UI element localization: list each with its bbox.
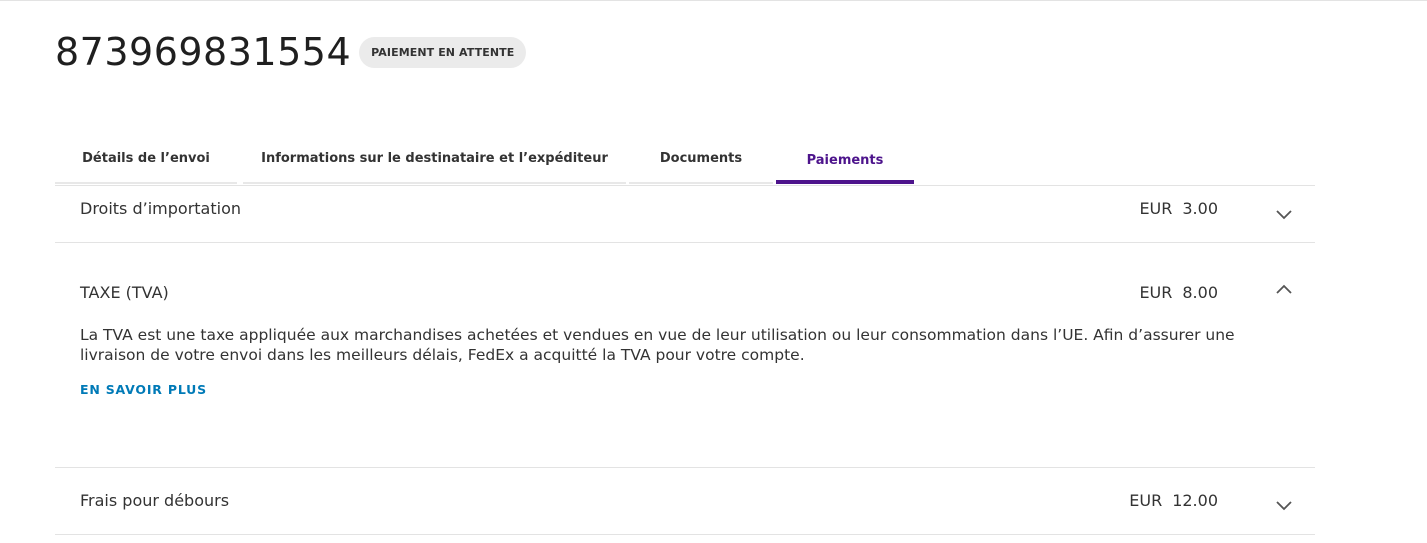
chevron-up-icon[interactable] [1274,280,1294,300]
payment-title: Frais pour débours [80,491,230,510]
payment-row-vat[interactable]: TAXE (TVA) EUR 8.00 La TVA est une taxe a… [55,243,1315,468]
tab-documents[interactable]: Documents [629,140,773,184]
payment-row-import-duties[interactable]: Droits d’importation EUR 3.00 [55,185,1315,243]
tracking-number: 873969831554 [55,30,352,74]
amount-value: 12.00 [1172,491,1218,510]
vat-description: La TVA est une taxe appliquée aux marcha… [80,326,1235,364]
learn-more-link[interactable]: EN SAVOIR PLUS [80,382,207,397]
currency-code: EUR [1139,283,1173,302]
amount-value: 8.00 [1182,283,1218,302]
tab-label: Documents [659,151,743,166]
shipment-header: 873969831554 PAIEMENT EN ATTENTE [55,28,527,76]
status-badge: PAIEMENT EN ATTENTE [359,36,527,68]
tab-label: Détails de l’envoi [82,151,210,166]
tab-payments[interactable]: Paiements [776,140,914,184]
amount-value: 3.00 [1182,199,1218,218]
tab-shipment-details[interactable]: Détails de l’envoi [55,140,237,184]
top-divider [0,0,1427,1]
tab-label: Paiements [806,153,884,168]
payment-title: TAXE (TVA) [80,283,169,302]
chevron-down-icon[interactable] [1274,204,1294,224]
payment-amount: EUR 8.00 [1139,283,1218,302]
payment-amount: EUR 3.00 [1139,199,1218,218]
payment-amount: EUR 12.00 [1129,491,1218,510]
payment-title: Droits d’importation [80,199,241,218]
tab-label: Informations sur le destinataire et l’ex… [261,151,608,166]
currency-code: EUR [1129,491,1163,510]
currency-code: EUR [1139,199,1173,218]
chevron-down-icon[interactable] [1274,495,1294,515]
payment-row-disbursement-fees[interactable]: Frais pour débours EUR 12.00 [55,468,1315,535]
tab-bar: Détails de l’envoi Informations sur le d… [55,140,1315,186]
tab-recipient-sender-info[interactable]: Informations sur le destinataire et l’ex… [243,140,626,184]
